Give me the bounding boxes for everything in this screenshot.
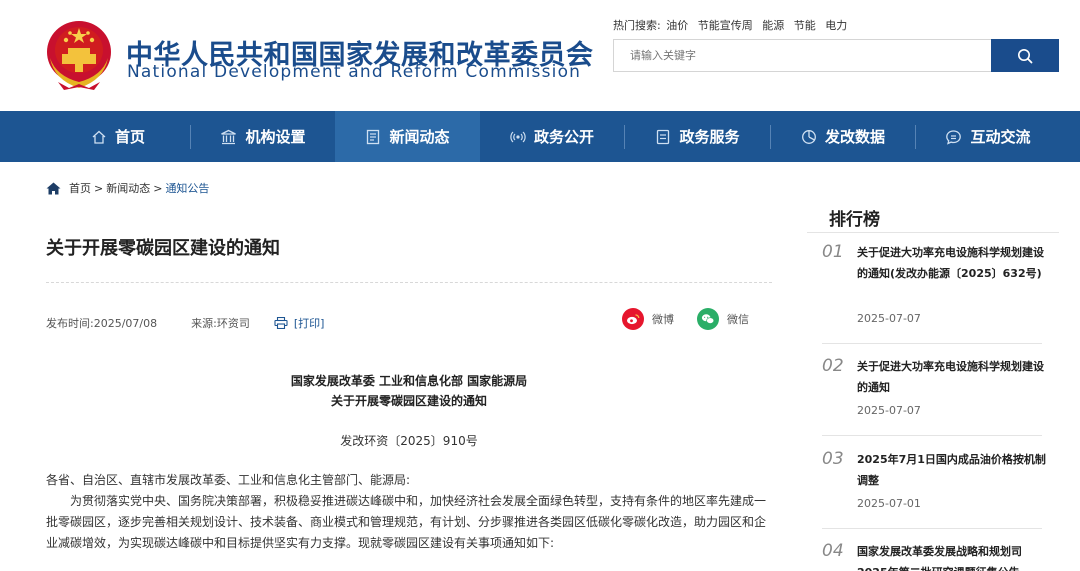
nav-item-institution[interactable]: 机构设置 — [191, 111, 335, 162]
ranking-divider — [822, 528, 1042, 529]
nav-item-services[interactable]: 政务服务 — [625, 111, 770, 162]
share-weibo-label: 微博 — [652, 313, 674, 326]
ranking-divider — [822, 343, 1042, 344]
nav-item-label: 政务公开 — [533, 128, 594, 146]
service-icon — [657, 129, 670, 144]
article-title: 关于开展零碳园区建设的通知 — [46, 238, 280, 259]
nav-item-label: 新闻动态 — [389, 128, 450, 146]
nav-item-label: 首页 — [114, 128, 145, 146]
ranking-item-title[interactable]: 关于促进大功率充电设施科学规划建设的通知 — [857, 356, 1047, 398]
nav-item-public-affairs[interactable]: 政务公开 — [480, 111, 624, 162]
hot-search-bar: 热门搜索: 油价 节能宣传周 能源 节能 电力 — [613, 17, 853, 33]
nav-item-label: 发改数据 — [824, 128, 885, 146]
national-emblem-icon[interactable] — [44, 18, 114, 92]
body-paragraph: 为贯彻落实党中央、国务院决策部署，积极稳妥推进碳达峰碳中和，加快经济社会发展全面… — [46, 494, 767, 550]
home-icon[interactable] — [46, 182, 61, 195]
news-icon — [367, 129, 380, 144]
publish-date: 2025/07/08 — [93, 316, 158, 330]
ranking-item-title[interactable]: 2025年7月1日国内成品油价格按机制调整 — [857, 449, 1047, 491]
ranking-item-date: 2025-07-07 — [857, 404, 921, 417]
hot-term-link[interactable]: 能源 — [762, 19, 784, 32]
breadcrumb-current-link[interactable]: 通知公告 — [165, 180, 209, 196]
nav-item-interaction[interactable]: 互动交流 — [916, 111, 1060, 162]
hot-term-link[interactable]: 电力 — [825, 19, 847, 32]
site-header: 中华人民共和国国家发展和改革委员会 National Development a… — [0, 0, 1080, 111]
article-body: 各省、自治区、直辖市发展改革委、工业和信息化主管部门、能源局: 为贯彻落实党中央… — [46, 470, 774, 554]
breadcrumb-home-link[interactable]: 首页 — [69, 180, 91, 196]
ranking-number: 03 — [822, 449, 844, 469]
issuers-line: 国家发展改革委 工业和信息化部 国家能源局 — [290, 374, 528, 388]
breadcrumb-news-link[interactable]: 新闻动态 — [106, 180, 150, 196]
ranking-number: 02 — [822, 356, 844, 376]
ranking-item[interactable]: 02 关于促进大功率充电设施科学规划建设的通知 2025-07-07 — [822, 356, 1052, 436]
print-button[interactable]: [打印] — [274, 315, 325, 331]
wechat-icon — [697, 308, 719, 330]
home-icon — [92, 130, 106, 144]
institution-icon — [221, 129, 237, 144]
nav-item-label: 互动交流 — [970, 128, 1031, 146]
search-button[interactable] — [991, 39, 1059, 72]
document-heading: 关于开展零碳园区建设的通知 — [330, 394, 487, 408]
ranking-number: 04 — [822, 541, 844, 561]
ranking-item-date: 2025-07-07 — [857, 312, 921, 325]
source-value: 环资司 — [216, 317, 250, 330]
broadcast-icon — [510, 131, 526, 142]
hot-term-link[interactable]: 油价 — [666, 19, 688, 32]
ranking-title: 排行榜 — [829, 210, 880, 230]
ranking-divider — [807, 232, 1059, 233]
nav-item-data[interactable]: 发改数据 — [771, 111, 915, 162]
hot-search-label: 热门搜索: — [613, 19, 661, 32]
data-chart-icon — [802, 129, 816, 144]
nav-item-label: 政务服务 — [679, 128, 740, 146]
ranking-divider — [822, 435, 1042, 436]
site-title-en[interactable]: National Development and Reform Commissi… — [127, 62, 581, 82]
printer-icon — [274, 317, 288, 329]
nav-item-home[interactable]: 首页 — [46, 111, 190, 162]
nav-item-label: 机构设置 — [245, 128, 306, 146]
salutation: 各省、自治区、直辖市发展改革委、工业和信息化主管部门、能源局: — [46, 473, 411, 487]
weibo-icon — [622, 308, 644, 330]
breadcrumb: 首页 > 新闻动态 > 通知公告 — [46, 180, 209, 196]
chat-icon — [946, 129, 962, 145]
publish-label: 发布时间: — [46, 317, 94, 330]
ranking-item[interactable]: 03 2025年7月1日国内成品油价格按机制调整 2025-07-01 — [822, 449, 1052, 529]
hot-term-link[interactable]: 节能 — [794, 19, 816, 32]
article-divider — [46, 282, 772, 283]
share-weibo-button[interactable]: 微博 — [622, 308, 674, 330]
print-label: [打印] — [293, 317, 325, 330]
share-wechat-label: 微信 — [727, 313, 749, 326]
search-icon — [1018, 48, 1033, 63]
search-input[interactable] — [614, 40, 992, 71]
breadcrumb-separator: > — [153, 181, 163, 195]
document-number: 发改环资〔2025〕910号 — [340, 434, 478, 448]
ranking-item[interactable]: 01 关于促进大功率充电设施科学规划建设的通知(发改办能源〔2025〕632号)… — [822, 242, 1052, 342]
ranking-item-title[interactable]: 国家发展改革委发展战略和规划司2025年第二批研究课题征集公告 — [857, 541, 1047, 571]
article-meta: 发布时间: 2025/07/08 来源: 环资司 [打印] — [46, 315, 324, 331]
ranking-item-date: 2025-07-01 — [857, 497, 921, 510]
breadcrumb-separator: > — [94, 181, 104, 195]
nav-item-news[interactable]: 新闻动态 — [335, 111, 480, 162]
source-label: 来源: — [191, 317, 217, 330]
main-nav: 首页 机构设置 新闻动态 政务公开 政务服务 发改数据 互动交流 — [0, 111, 1080, 162]
ranking-number: 01 — [822, 242, 844, 262]
search-box — [613, 39, 1059, 72]
share-wechat-button[interactable]: 微信 — [697, 308, 749, 330]
ranking-item-title[interactable]: 关于促进大功率充电设施科学规划建设的通知(发改办能源〔2025〕632号) — [857, 242, 1047, 284]
hot-term-link[interactable]: 节能宣传周 — [698, 19, 753, 32]
ranking-item[interactable]: 04 国家发展改革委发展战略和规划司2025年第二批研究课题征集公告 — [822, 541, 1052, 571]
